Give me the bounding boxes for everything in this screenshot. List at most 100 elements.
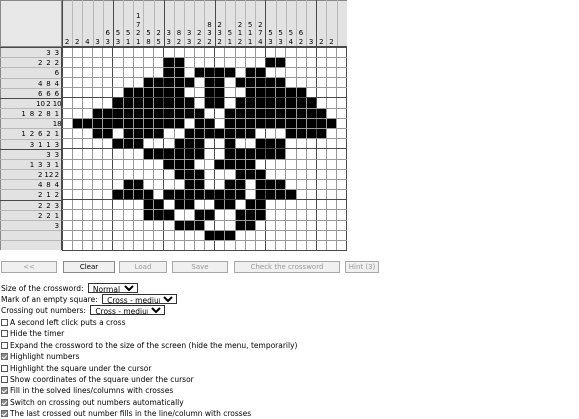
prev-button[interactable]: << xyxy=(1,261,57,273)
column-clue-number[interactable]: 3 xyxy=(93,38,103,47)
column-clue-number[interactable]: 5 xyxy=(123,29,133,38)
column-clue-number[interactable]: 2 xyxy=(235,38,245,47)
column-clue-number[interactable]: 3 xyxy=(215,29,225,38)
column-clue-number[interactable]: 3 xyxy=(113,38,123,47)
option-checkbox-label: Switch on crossing out numbers automatic… xyxy=(10,397,184,407)
checkbox-unchecked[interactable] xyxy=(1,319,8,326)
column-clue-number[interactable]: 2 xyxy=(204,38,214,47)
option-checkbox-row[interactable]: A second left click puts a cross xyxy=(1,317,126,328)
column-clue-number[interactable]: 1 xyxy=(123,38,133,47)
column-clue-number[interactable]: 3 xyxy=(184,29,194,38)
save-button[interactable]: Save xyxy=(172,261,228,273)
column-divider xyxy=(163,0,165,47)
column-clue-number[interactable]: 2 xyxy=(62,38,72,47)
column-clue-number[interactable]: 8 xyxy=(174,29,184,38)
column-clue-number[interactable]: 8 xyxy=(204,21,214,30)
option-checkbox-row[interactable]: Expand the crossword to the size of the … xyxy=(1,340,297,351)
column-clue-number[interactable]: 6 xyxy=(103,29,113,38)
checkbox-checked[interactable] xyxy=(1,353,8,361)
checkbox-checked[interactable] xyxy=(1,410,8,418)
row-divider xyxy=(0,230,62,231)
column-divider xyxy=(102,0,104,47)
column-divider xyxy=(234,0,236,47)
column-divider xyxy=(133,0,134,47)
checkbox-unchecked[interactable] xyxy=(1,364,8,372)
column-clue-number[interactable]: 5 xyxy=(225,29,235,38)
column-clue-number[interactable]: 2 xyxy=(194,29,204,38)
option-checkbox-row[interactable]: Highlight the square under the cursor xyxy=(1,363,151,374)
column-clue-number[interactable]: 2 xyxy=(316,38,326,47)
column-clue-number[interactable]: 3 xyxy=(204,29,214,38)
column-divider xyxy=(62,0,63,47)
column-clue-number[interactable]: 3 xyxy=(184,38,194,47)
column-clue-number[interactable]: 5 xyxy=(286,29,296,38)
hint-button[interactable]: Hint (3) xyxy=(345,261,379,273)
grid-hline xyxy=(62,87,347,88)
column-clue-number[interactable]: 1 xyxy=(235,29,245,38)
column-clue-number[interactable]: 4 xyxy=(82,38,92,47)
column-clue-number[interactable]: 2 xyxy=(215,21,225,30)
option-checkbox-row[interactable]: Highlight numbers xyxy=(1,351,79,362)
checkbox-unchecked[interactable] xyxy=(1,376,8,383)
option-checkbox-row[interactable]: Show coordinates of the square under the… xyxy=(1,374,194,385)
column-clue-number[interactable]: 5 xyxy=(143,29,153,38)
column-divider xyxy=(295,0,297,47)
column-clue-number[interactable]: 7 xyxy=(133,21,143,30)
checkbox-unchecked[interactable] xyxy=(1,330,8,338)
column-clue-number[interactable]: 3 xyxy=(164,29,174,38)
column-clue-number[interactable]: 7 xyxy=(255,29,265,38)
column-clue-number[interactable]: 3 xyxy=(276,38,286,47)
grid-hline xyxy=(62,198,347,201)
column-clue-number[interactable]: 3 xyxy=(103,38,113,47)
column-clue-number[interactable]: 2 xyxy=(296,38,306,47)
mark-select[interactable]: Cross - medium xyxy=(102,294,178,304)
size-select[interactable]: Normal xyxy=(87,283,138,293)
row-divider xyxy=(0,67,62,68)
column-clue-number[interactable]: 2 xyxy=(194,38,204,47)
clear-button[interactable]: Clear xyxy=(63,261,115,273)
checkbox-checked[interactable] xyxy=(1,398,8,406)
column-clue-number[interactable]: 8 xyxy=(143,38,153,47)
grid-hline xyxy=(62,128,347,129)
column-clue-number[interactable]: 1 xyxy=(133,38,143,47)
column-clue-number[interactable]: 3 xyxy=(164,38,174,47)
column-clue-number[interactable]: 3 xyxy=(265,38,275,47)
option-checkbox-row[interactable]: The last crossed out number fills in the… xyxy=(1,408,251,419)
column-clue-number[interactable]: 1 xyxy=(225,38,235,47)
column-clue-number[interactable]: 5 xyxy=(154,38,164,47)
column-clue-number[interactable]: 5 xyxy=(245,21,255,30)
column-clue-number[interactable]: 2 xyxy=(235,21,245,30)
column-divider xyxy=(153,0,155,47)
check-crossword-button[interactable]: Check the crossword xyxy=(234,261,340,273)
column-clue-number[interactable]: 1 xyxy=(245,29,255,38)
checkbox-checked[interactable] xyxy=(1,387,8,395)
column-clue-number[interactable]: 3 xyxy=(306,38,316,47)
option-checkbox-label: Hide the timer xyxy=(10,329,65,339)
option-checkbox-row[interactable]: Hide the timer xyxy=(1,328,64,339)
nonogram-page: 2243635351172158253382332283223251212511… xyxy=(0,0,579,419)
column-divider xyxy=(184,0,185,47)
checkbox-unchecked[interactable] xyxy=(1,341,8,349)
column-clue-number[interactable]: 6 xyxy=(296,29,306,38)
column-clue-number[interactable]: 2 xyxy=(326,38,336,47)
corner-blank xyxy=(0,0,62,47)
column-clue-number[interactable]: 2 xyxy=(72,38,82,47)
column-clue-number[interactable]: 5 xyxy=(113,29,123,38)
column-clue-number[interactable]: 4 xyxy=(286,38,296,47)
row-divider xyxy=(0,158,62,160)
column-clue-number[interactable]: 2 xyxy=(255,21,265,30)
column-clue-number[interactable]: 5 xyxy=(276,29,286,38)
column-clue-number[interactable]: 2 xyxy=(174,38,184,47)
column-clue-number[interactable]: 5 xyxy=(265,29,275,38)
column-clue-number[interactable]: 1 xyxy=(133,12,143,21)
crossing-select[interactable]: Cross - medium xyxy=(90,305,166,315)
column-clue-number[interactable]: 1 xyxy=(245,38,255,47)
column-clue-number[interactable]: 4 xyxy=(255,38,265,47)
column-clue-number[interactable]: 2 xyxy=(133,29,143,38)
load-button[interactable]: Load xyxy=(119,261,167,273)
column-clue-number[interactable]: 2 xyxy=(215,38,225,47)
option-checkbox-row[interactable]: Fill in the solved lines/columns with cr… xyxy=(1,385,173,396)
option-checkbox-row[interactable]: Switch on crossing out numbers automatic… xyxy=(1,397,184,408)
column-divider xyxy=(143,0,144,47)
column-clue-number[interactable]: 2 xyxy=(154,29,164,38)
